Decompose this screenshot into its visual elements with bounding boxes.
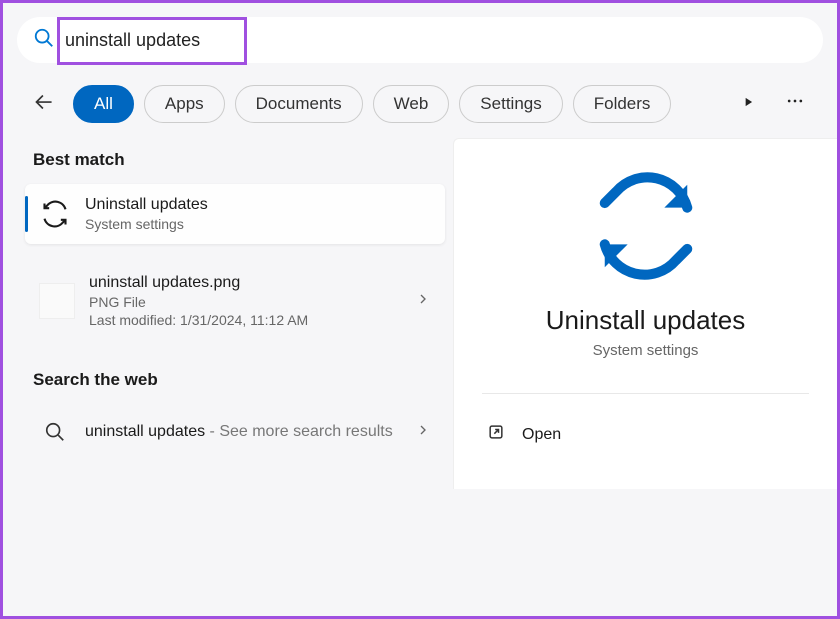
action-label: Open	[522, 426, 561, 444]
search-bar	[17, 17, 823, 63]
filter-documents[interactable]: Documents	[235, 85, 363, 123]
more-options-button[interactable]	[775, 85, 815, 123]
refresh-icon	[39, 198, 71, 230]
result-file[interactable]: uninstall updates.png PNG File Last modi…	[25, 262, 445, 340]
filter-all[interactable]: All	[73, 85, 134, 123]
section-search-web: Search the web	[25, 358, 445, 404]
search-input[interactable]	[65, 30, 807, 51]
filter-apps[interactable]: Apps	[144, 85, 225, 123]
detail-subtitle: System settings	[482, 342, 809, 359]
chevron-right-icon	[415, 422, 431, 443]
chevron-right-icon	[415, 291, 431, 312]
play-right-icon	[741, 92, 755, 115]
back-button[interactable]	[25, 83, 63, 124]
result-subtitle: System settings	[85, 216, 431, 232]
search-icon	[39, 416, 71, 448]
result-best-match[interactable]: Uninstall updates System settings	[25, 184, 445, 244]
ellipsis-icon	[785, 91, 805, 117]
divider	[482, 393, 809, 394]
open-external-icon	[486, 422, 506, 447]
refresh-large-icon	[482, 171, 809, 281]
result-title: uninstall updates.png	[89, 274, 401, 292]
result-modified: Last modified: 1/31/2024, 11:12 AM	[89, 312, 401, 328]
results-column: Best match Uninstall updates System sett…	[25, 138, 445, 489]
detail-title: Uninstall updates	[482, 305, 809, 336]
detail-panel: Uninstall updates System settings Open	[453, 138, 837, 489]
search-icon	[33, 27, 55, 54]
arrow-left-icon	[31, 89, 57, 118]
result-web[interactable]: uninstall updates - See more search resu…	[25, 404, 445, 460]
result-title: Uninstall updates	[85, 196, 431, 214]
result-title: uninstall updates - See more search resu…	[85, 423, 401, 441]
filter-web[interactable]: Web	[373, 85, 450, 123]
filter-folders[interactable]: Folders	[573, 85, 672, 123]
result-suffix: - See more search results	[205, 423, 393, 440]
filter-row: All Apps Documents Web Settings Folders	[3, 63, 837, 138]
filter-settings[interactable]: Settings	[459, 85, 562, 123]
section-best-match: Best match	[25, 138, 445, 184]
result-subtitle: PNG File	[89, 294, 401, 310]
open-action[interactable]: Open	[482, 412, 809, 457]
scroll-right-button[interactable]	[731, 86, 765, 121]
file-thumbnail-icon	[39, 283, 75, 319]
